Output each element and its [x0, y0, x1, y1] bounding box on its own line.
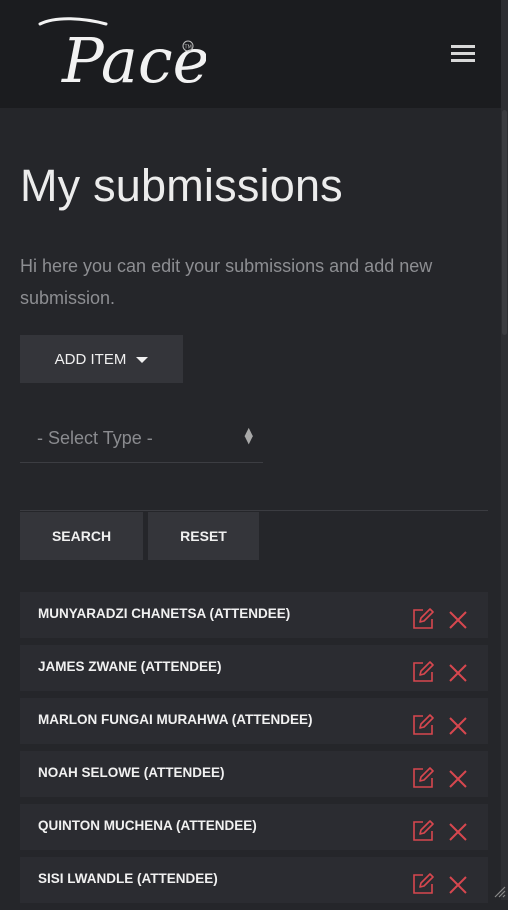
delete-icon[interactable] — [448, 822, 468, 842]
select-arrows-icon: ▲ ▼ — [244, 425, 253, 446]
edit-icon[interactable] — [412, 820, 434, 842]
edit-icon[interactable] — [412, 767, 434, 789]
search-button[interactable]: SEARCH — [20, 512, 143, 560]
list-item: SISI LWANDLE (ATTENDEE) — [20, 857, 488, 903]
submission-name: MUNYARADZI CHANETSA (ATTENDEE) — [38, 606, 291, 621]
type-select-value: - Select Type - — [37, 428, 153, 448]
list-item: NOAH SELOWE (ATTENDEE) — [20, 751, 488, 797]
app-header: Pace TM — [0, 0, 508, 108]
add-item-label: ADD ITEM — [54, 350, 127, 368]
list-item: QUINTON MUCHENA (ATTENDEE) — [20, 804, 488, 850]
edit-icon[interactable] — [412, 714, 434, 736]
submission-name: MARLON FUNGAI MURAHWA (ATTENDEE) — [38, 712, 313, 727]
reset-button[interactable]: RESET — [148, 512, 259, 560]
resize-grip-icon[interactable] — [492, 884, 506, 898]
list-item: MUNYARADZI CHANETSA (ATTENDEE) — [20, 592, 488, 638]
delete-icon[interactable] — [448, 716, 468, 736]
page-intro: Hi here you can edit your submissions an… — [20, 256, 433, 308]
submission-name: QUINTON MUCHENA (ATTENDEE) — [38, 818, 257, 833]
edit-icon[interactable] — [412, 608, 434, 630]
list-item: JAMES ZWANE (ATTENDEE) — [20, 645, 488, 691]
pace-logo[interactable]: Pace TM — [36, 14, 209, 97]
type-select[interactable]: - Select Type - ▲ ▼ — [20, 414, 263, 463]
submissions-list: MUNYARADZI CHANETSA (ATTENDEE) JAMES ZWA… — [20, 592, 488, 910]
svg-text:Pace: Pace — [61, 24, 206, 94]
hamburger-menu-button[interactable] — [448, 41, 480, 67]
edit-icon[interactable] — [412, 661, 434, 683]
page-title: My submissions — [20, 160, 343, 211]
delete-icon[interactable] — [448, 769, 468, 789]
page-scrollbar[interactable] — [501, 0, 508, 900]
submission-name: SISI LWANDLE (ATTENDEE) — [38, 871, 218, 886]
submission-name: JAMES ZWANE (ATTENDEE) — [38, 659, 222, 674]
list-item: MARLON FUNGAI MURAHWA (ATTENDEE) — [20, 698, 488, 744]
delete-icon[interactable] — [448, 610, 468, 630]
scrollbar-thumb[interactable] — [502, 110, 507, 335]
delete-icon[interactable] — [448, 875, 468, 895]
add-item-dropdown-button[interactable]: ADD ITEM — [20, 335, 183, 383]
divider — [20, 510, 488, 511]
delete-icon[interactable] — [448, 663, 468, 683]
svg-text:TM: TM — [184, 45, 192, 51]
caret-down-icon — [136, 356, 149, 363]
edit-icon[interactable] — [412, 873, 434, 895]
submission-name: NOAH SELOWE (ATTENDEE) — [38, 765, 225, 780]
